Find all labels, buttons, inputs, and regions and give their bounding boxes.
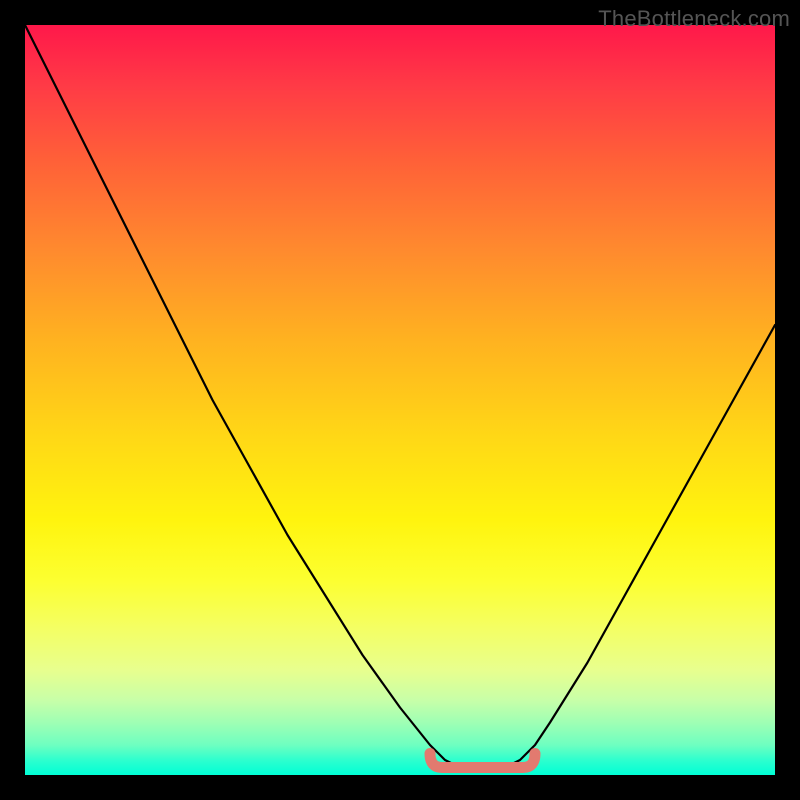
plot-area <box>25 25 775 775</box>
chart-svg <box>25 25 775 775</box>
bottleneck-curve <box>25 25 775 768</box>
watermark-text: TheBottleneck.com <box>598 6 790 32</box>
chart-frame: TheBottleneck.com <box>0 0 800 800</box>
